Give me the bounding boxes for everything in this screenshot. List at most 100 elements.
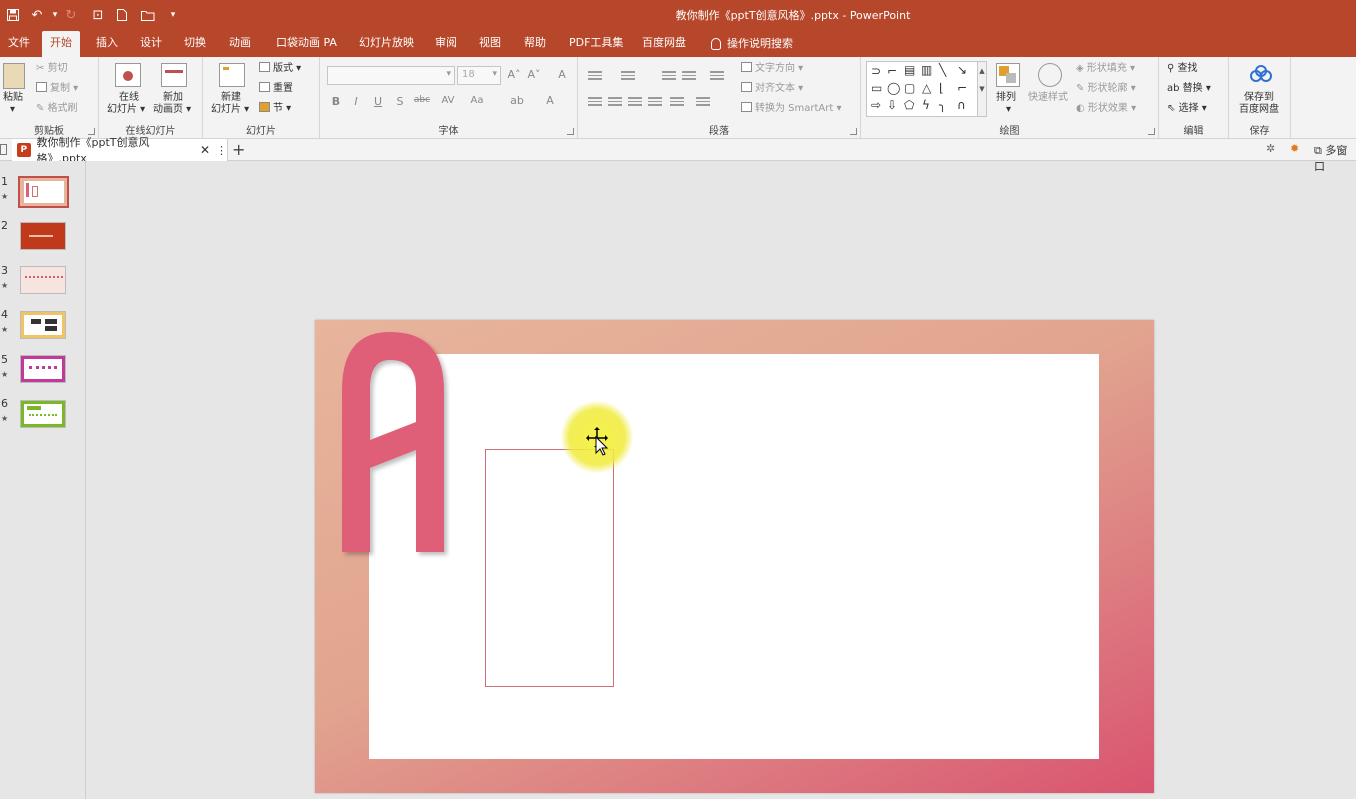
shrink-font-button[interactable]: A˅: [526, 68, 542, 81]
highlight-icon[interactable]: ab: [506, 94, 528, 107]
shape-fill-button[interactable]: ◈ 形状填充 ▾: [1076, 62, 1135, 76]
strikethrough-button[interactable]: abc: [412, 95, 432, 105]
quick-styles-button[interactable]: 快速样式: [1028, 91, 1068, 105]
tab-view[interactable]: 视图: [471, 31, 509, 57]
shape-outline-button[interactable]: ✎ 形状轮廓 ▾: [1076, 82, 1136, 96]
slide-thumbnail-3[interactable]: [20, 266, 66, 294]
text-direction-button[interactable]: 文字方向 ▾: [741, 62, 803, 76]
pin-icon[interactable]: ✲: [1266, 142, 1275, 155]
text-direction-icon: [741, 62, 752, 72]
tab-help[interactable]: 帮助: [516, 31, 554, 57]
convert-smartart-button[interactable]: 转换为 SmartArt ▾: [741, 102, 842, 116]
baidu-cloud-icon: [1250, 65, 1272, 86]
powerpoint-icon: P: [17, 143, 31, 157]
font-color-button[interactable]: A: [542, 94, 558, 107]
reset-button[interactable]: 重置: [259, 82, 293, 96]
align-right-icon[interactable]: [628, 95, 642, 107]
font-size-combo[interactable]: 18: [457, 66, 501, 85]
slide-thumbnail-6[interactable]: [20, 400, 66, 428]
shapes-gallery[interactable]: ⊃ ⌐ ▤ ▥ ╲ ↘ ▭ ◯ ▢ △ ⌊ ⌐ ⇨ ⇩ ⬠ ϟ ╮ ∩: [866, 61, 978, 117]
columns-icon[interactable]: [696, 95, 710, 107]
slide-thumbnails-pane: 1 ★ 2 3 ★ 4 ★ 5 ★ 6 ★: [0, 161, 86, 799]
add-tab-icon[interactable]: +: [232, 140, 245, 159]
bold-button[interactable]: B: [328, 95, 344, 108]
lightbulb-icon: [711, 38, 721, 50]
shape-effects-button[interactable]: ◐ 形状效果 ▾: [1076, 102, 1136, 116]
replace-button[interactable]: ab 替换 ▾: [1167, 82, 1211, 96]
align-text-icon: [741, 82, 752, 92]
settings-gear-icon[interactable]: ✹: [1290, 142, 1299, 155]
character-spacing-button[interactable]: AV: [434, 95, 462, 106]
slide-thumbnail-4[interactable]: [20, 311, 66, 339]
tab-transitions[interactable]: 切换: [176, 31, 214, 57]
tab-home[interactable]: 开始: [42, 31, 80, 57]
shapes-scroll[interactable]: ▲ ▼: [977, 61, 987, 117]
text-shadow-button[interactable]: S: [392, 95, 408, 108]
new-slide-icon: [219, 63, 245, 87]
paste-dropdown-icon[interactable]: ▾: [10, 103, 15, 117]
section-icon: [259, 102, 270, 112]
ribbon: 粘贴 ▾ ✂ 剪切 复制 ▾ ✎ 格式刷 剪贴板 在线 幻灯片 ▾ 新加 动画页…: [0, 57, 1356, 139]
change-case-button[interactable]: Aa: [464, 95, 490, 106]
slide-thumbnail-1[interactable]: [18, 176, 69, 208]
letter-a-shape[interactable]: [340, 330, 450, 560]
close-tab-icon[interactable]: ✕: [200, 143, 210, 157]
clipboard-group: 粘贴 ▾ ✂ 剪切 复制 ▾ ✎ 格式刷 剪贴板: [0, 57, 99, 139]
distributed-icon[interactable]: [670, 95, 684, 107]
align-text-button[interactable]: 对齐文本 ▾: [741, 82, 803, 96]
slide-thumbnail-5[interactable]: [20, 355, 66, 383]
save-group: 保存到 百度网盘 保存: [1229, 57, 1291, 139]
rectangle-shape[interactable]: [485, 449, 614, 687]
cut-button[interactable]: ✂ 剪切: [36, 62, 68, 76]
online-slides-button[interactable]: 幻灯片 ▾: [107, 103, 145, 117]
italic-button[interactable]: I: [348, 95, 364, 108]
grow-font-button[interactable]: A˄: [506, 68, 522, 81]
find-button[interactable]: ⚲ 查找: [1167, 62, 1198, 76]
multi-window-button[interactable]: ⧉ 多窗口: [1314, 142, 1356, 174]
tab-more-icon[interactable]: ⋮: [216, 144, 227, 157]
tab-pocket-animation[interactable]: 口袋动画 PA: [268, 31, 345, 57]
clear-formatting-button[interactable]: A: [554, 68, 570, 81]
align-left-icon[interactable]: [588, 95, 602, 107]
paragraph-group: 文字方向 ▾ 对齐文本 ▾ 转换为 SmartArt ▾ 段落: [578, 57, 861, 139]
format-painter-button[interactable]: ✎ 格式刷: [36, 102, 78, 116]
copy-button[interactable]: 复制 ▾: [36, 82, 78, 96]
new-slide-button[interactable]: 幻灯片 ▾: [211, 103, 249, 117]
cursor-icon: ⇖: [1167, 103, 1176, 114]
tab-file[interactable]: 文件: [0, 31, 38, 57]
tab-review[interactable]: 审阅: [427, 31, 465, 57]
quick-styles-icon: [1038, 63, 1062, 87]
tab-slideshow[interactable]: 幻灯片放映: [351, 31, 422, 57]
increase-indent-icon[interactable]: [682, 69, 696, 81]
thumb-number: 3: [1, 264, 8, 277]
tab-design[interactable]: 设计: [132, 31, 170, 57]
slide-thumbnail-2[interactable]: [20, 222, 66, 250]
decrease-indent-icon[interactable]: [662, 69, 676, 81]
drawing-launcher-icon[interactable]: [1148, 128, 1155, 135]
document-tab[interactable]: P 教你制作《pptT创意风格》.pptx ✕ ⋮: [12, 136, 228, 165]
tab-pdf-tools[interactable]: PDF工具集: [561, 31, 631, 57]
line-spacing-icon[interactable]: [710, 69, 724, 81]
tab-insert[interactable]: 插入: [88, 31, 126, 57]
search-icon: ⚲: [1167, 63, 1175, 74]
font-launcher-icon[interactable]: [567, 128, 574, 135]
justify-icon[interactable]: [648, 95, 662, 107]
tab-animations[interactable]: 动画: [221, 31, 259, 57]
arrange-dropdown-icon[interactable]: ▾: [1006, 103, 1011, 117]
numbering-icon[interactable]: [621, 69, 635, 81]
online-slides-icon: [115, 63, 141, 87]
underline-button[interactable]: U: [370, 95, 386, 108]
layout-button[interactable]: 版式 ▾: [259, 62, 301, 76]
align-center-icon[interactable]: [608, 95, 622, 107]
new-animation-button[interactable]: 动画页 ▾: [153, 103, 191, 117]
section-button[interactable]: 节 ▾: [259, 102, 291, 116]
save-to-netdisk-button[interactable]: 百度网盘: [1239, 103, 1279, 117]
tell-me-search[interactable]: 操作说明搜索: [703, 31, 801, 57]
select-button[interactable]: ⇖ 选择 ▾: [1167, 102, 1207, 116]
font-name-combo[interactable]: [327, 66, 455, 85]
bullets-icon[interactable]: [588, 69, 602, 81]
paragraph-launcher-icon[interactable]: [850, 128, 857, 135]
ribbon-tabs: 文件 开始 插入 设计 切换 动画 口袋动画 PA 幻灯片放映 审阅 视图 帮助…: [0, 31, 1356, 57]
tab-baidu-netdisk[interactable]: 百度网盘: [634, 31, 694, 57]
slides-label: 幻灯片: [246, 126, 276, 137]
